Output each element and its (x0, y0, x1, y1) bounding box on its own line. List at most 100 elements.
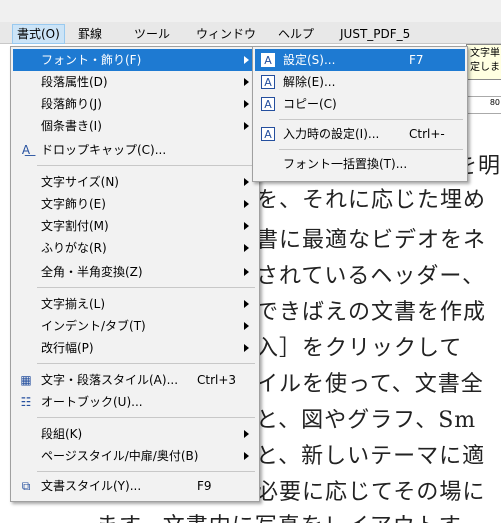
menu-item-label: ドロップキャップ(C)... (41, 143, 167, 157)
menu-item-autobook[interactable]: ☷ オートブック(U)... (13, 391, 257, 413)
doc-line: 入］をクリックして (256, 336, 463, 361)
ruler: 80 (466, 96, 501, 114)
menu-item-char-decoration[interactable]: 文字飾り(E) (13, 193, 257, 215)
menu-window[interactable]: ウィンドウ (196, 24, 256, 44)
drop-cap-icon: A͟ (21, 143, 31, 157)
submenu-arrow-icon (244, 300, 249, 308)
menu-item-label: 文字・段落スタイル(A)... (41, 373, 179, 387)
menu-item-document-style[interactable]: ⧉ 文書スタイル(Y)... F9 (13, 475, 257, 497)
submenu-arrow-icon (244, 200, 249, 208)
menu-item-furigana[interactable]: ふりがな(R) (13, 237, 257, 259)
menu-item-paragraph-decoration[interactable]: 段落飾り(J) (13, 93, 257, 115)
menu-ruled-lines[interactable]: 罫線 (78, 24, 102, 44)
submenu-item-batch-replace[interactable]: フォント一括置換(T)... (255, 153, 465, 175)
menu-separator (37, 471, 255, 472)
menu-item-label: ふりがな(R) (41, 241, 107, 255)
menu-item-label: インデント/タブ(T) (41, 319, 146, 333)
menu-just-pdf[interactable]: JUST_PDF_5 (340, 24, 410, 44)
doc-line: イルを使って、文書全 (256, 372, 484, 397)
menu-separator (37, 287, 255, 288)
menu-item-label: 解除(E)... (283, 75, 336, 89)
menu-item-alignment[interactable]: 文字揃え(L) (13, 293, 257, 315)
menubar: 書式(O) 罫線 ツール ウィンドウ ヘルプ JUST_PDF_5 (0, 0, 501, 44)
menu-separator (279, 149, 463, 150)
menu-item-indent-tab[interactable]: インデント/タブ(T) (13, 315, 257, 337)
menu-item-label: フォント一括置換(T)... (283, 157, 408, 171)
menu-item-font-size[interactable]: 文字サイズ(N) (13, 171, 257, 193)
style-icon: ▦ (20, 373, 32, 387)
ruler-mark: 80 (489, 98, 500, 107)
tooltip: 文字単 定しま (466, 44, 501, 80)
submenu-item-clear[interactable]: A 解除(E)... (255, 71, 465, 93)
menu-separator (37, 165, 255, 166)
doc-line: 必要に応じてその場に (256, 480, 486, 505)
font-decoration-submenu: A 設定(S)... F7 A 解除(E)... A コピー(C) A 入力時の… (252, 46, 468, 182)
submenu-arrow-icon (244, 344, 249, 352)
menu-item-label: 改行幅(P) (41, 341, 94, 355)
font-input-icon: A (261, 127, 275, 141)
submenu-arrow-icon (244, 78, 249, 86)
submenu-arrow-icon (244, 244, 249, 252)
tooltip-line: 文字単 (470, 48, 500, 59)
menu-item-width-conversion[interactable]: 全角・半角変換(Z) (13, 261, 257, 283)
doc-line: ます。文書内に写真をレイアウトす (96, 508, 462, 523)
menu-item-label: 入力時の設定(I)... (283, 127, 380, 141)
menu-help[interactable]: ヘルプ (278, 24, 314, 44)
menu-item-char-layout[interactable]: 文字割付(M) (13, 215, 257, 237)
font-clear-icon: A (261, 75, 275, 89)
submenu-arrow-icon (244, 122, 249, 130)
menu-item-label: 段落飾り(J) (41, 97, 102, 111)
menu-separator (37, 417, 255, 418)
menu-item-label: オートブック(U)... (41, 395, 143, 409)
menu-item-label: 文字揃え(L) (41, 297, 106, 311)
font-set-icon: A (261, 53, 275, 67)
menu-item-label: ページスタイル/中扉/奥付(B) (41, 449, 199, 463)
menu-item-char-para-style[interactable]: ▦ 文字・段落スタイル(A)... Ctrl+3 (13, 369, 257, 391)
doc-line: を、それに応じた埋め (256, 188, 487, 213)
menu-item-shortcut: F9 (197, 479, 212, 493)
menu-item-font-decoration[interactable]: フォント・飾り(F) (13, 49, 257, 71)
font-copy-icon: A (261, 97, 275, 111)
submenu-item-copy[interactable]: A コピー(C) (255, 93, 465, 115)
menu-item-shortcut: F7 (409, 53, 424, 67)
menu-item-label: 全角・半角変換(Z) (41, 265, 143, 279)
menu-item-label: 段組(K) (41, 427, 83, 441)
menu-item-paragraph-attributes[interactable]: 段落属性(D) (13, 71, 257, 93)
doc-line: されているヘッダー、 (256, 264, 486, 289)
menu-tools[interactable]: ツール (134, 24, 170, 44)
menu-item-label: 設定(S)... (283, 53, 336, 67)
submenu-arrow-icon (244, 222, 249, 230)
menu-separator (37, 363, 255, 364)
menu-item-label: コピー(C) (283, 97, 337, 111)
menu-item-columns[interactable]: 段組(K) (13, 423, 257, 445)
menu-item-line-spacing[interactable]: 改行幅(P) (13, 337, 257, 359)
menu-item-bullets[interactable]: 個条書き(I) (13, 115, 257, 137)
submenu-arrow-icon (244, 322, 249, 330)
doc-line: と、図やグラフ、Sm (256, 408, 477, 433)
menu-item-label: 文字飾り(E) (41, 197, 106, 211)
doc-style-icon: ⧉ (21, 479, 31, 493)
menu-item-label: 文書スタイル(Y)... (41, 479, 142, 493)
menu-item-drop-cap[interactable]: A͟ ドロップキャップ(C)... (13, 139, 257, 161)
menu-item-label: フォント・飾り(F) (41, 53, 142, 67)
menu-item-shortcut: Ctrl+3 (197, 373, 237, 387)
menu-format[interactable]: 書式(O) (12, 24, 65, 44)
menu-item-label: 文字割付(M) (41, 219, 109, 233)
doc-line: 書に最適なビデオをネ (256, 228, 487, 253)
autobook-icon: ☷ (20, 395, 32, 409)
submenu-arrow-icon (244, 100, 249, 108)
submenu-arrow-icon (244, 430, 249, 438)
submenu-arrow-icon (244, 178, 249, 186)
submenu-item-set[interactable]: A 設定(S)... F7 (255, 49, 465, 71)
menu-item-label: 段落属性(D) (41, 75, 108, 89)
format-menu: フォント・飾り(F) 段落属性(D) 段落飾り(J) 個条書き(I) A͟ ドロ… (10, 46, 260, 502)
menu-item-page-style[interactable]: ページスタイル/中扉/奥付(B) (13, 445, 257, 467)
tooltip-line: 定しま (470, 62, 500, 73)
menu-item-label: 文字サイズ(N) (41, 175, 119, 189)
submenu-item-input-settings[interactable]: A 入力時の設定(I)... Ctrl+- (255, 123, 465, 145)
doc-line: と、新しいテーマに適 (256, 444, 486, 469)
submenu-arrow-icon (244, 452, 249, 460)
menu-item-shortcut: Ctrl+- (409, 127, 445, 141)
submenu-arrow-icon (244, 268, 249, 276)
doc-line: できばえの文書を作成 (256, 300, 487, 325)
